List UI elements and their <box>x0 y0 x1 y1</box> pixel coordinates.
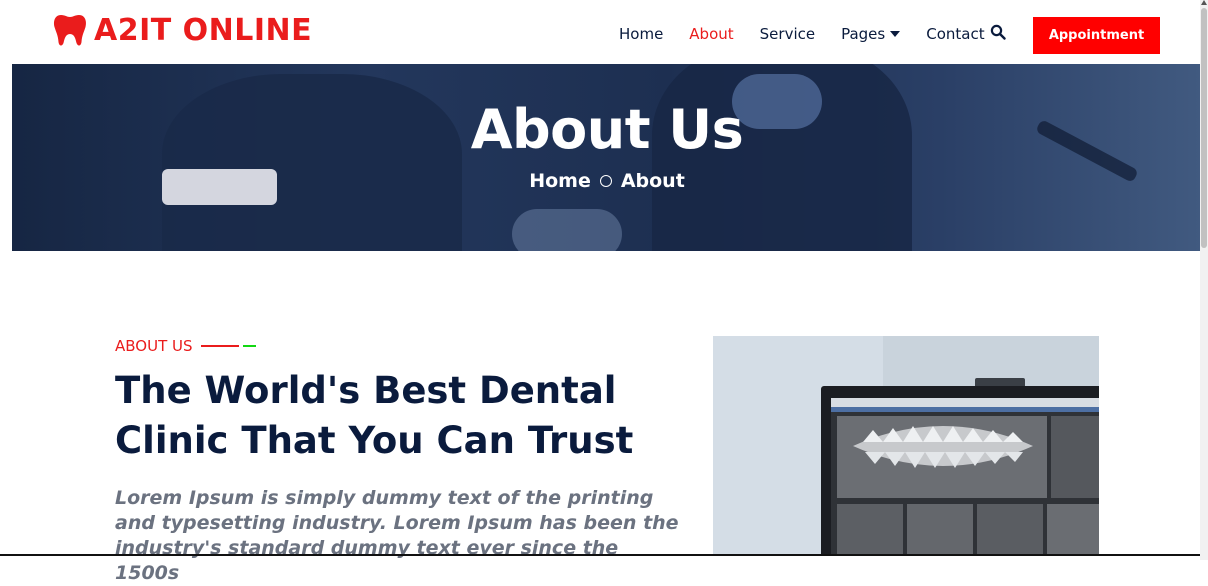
nav-item-label: About <box>689 25 734 43</box>
page-title: About Us <box>470 98 744 161</box>
nav-item-pages[interactable]: Pages <box>828 25 913 43</box>
xray-monitor-illustration <box>713 336 1099 556</box>
breadcrumb-current: About <box>620 170 685 192</box>
nav-item-home[interactable]: Home <box>606 25 676 43</box>
search-icon <box>990 24 1006 40</box>
page-scrollbar[interactable] <box>1200 0 1208 560</box>
nav-item-label: Pages <box>841 25 886 43</box>
scroll-up-icon[interactable] <box>1201 0 1207 5</box>
nav-menu: Home About Service Pages Contact <box>606 0 998 68</box>
section-label-text: ABOUT US <box>115 337 193 355</box>
appointment-button[interactable]: Appointment <box>1033 17 1160 54</box>
viewport-bottom-edge <box>0 554 1200 556</box>
label-divider-red <box>200 345 239 347</box>
navbar: A2IT ONLINE Home About Service Pages Con… <box>0 0 1200 64</box>
circle-icon <box>599 175 612 187</box>
section-description: Lorem Ipsum is simply dummy text of the … <box>115 487 679 584</box>
brand-name: A2IT ONLINE <box>94 12 313 48</box>
nav-item-label: Home <box>619 25 664 43</box>
search-button[interactable] <box>990 24 1010 44</box>
brand-logo[interactable]: A2IT ONLINE <box>52 12 312 48</box>
nav-item-label: Contact <box>926 25 985 43</box>
section-label: ABOUT US <box>115 337 256 355</box>
nav-item-contact[interactable]: Contact <box>913 25 997 43</box>
breadcrumb-home[interactable]: Home <box>529 170 591 192</box>
nav-item-about[interactable]: About <box>676 25 746 43</box>
nav-item-service[interactable]: Service <box>747 25 828 43</box>
breadcrumb: Home About <box>12 170 1202 192</box>
nav-item-label: Service <box>759 25 816 43</box>
scrollbar-thumb[interactable] <box>1201 8 1207 248</box>
label-divider-green <box>242 345 256 347</box>
caret-down-icon <box>890 31 901 37</box>
clinic-xray-image <box>713 336 1099 556</box>
section-heading: The World's Best Dental Clinic That You … <box>115 369 634 462</box>
tooth-icon <box>54 15 86 46</box>
page-header: About Us Home About <box>12 64 1202 251</box>
